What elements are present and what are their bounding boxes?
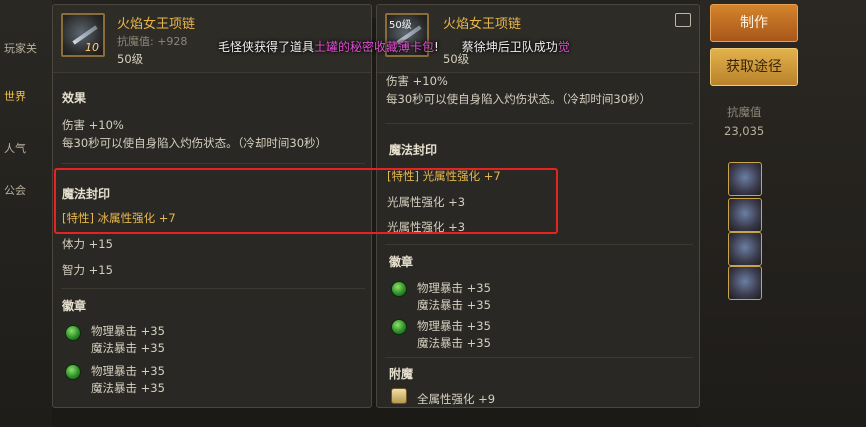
effect-line-burn: 每30秒可以使自身陷入灼伤状态。（冷却时间30秒） [386, 92, 652, 106]
emblem-green-icon [65, 325, 81, 341]
equipment-slot-3[interactable] [728, 232, 762, 266]
background-tab-guild[interactable]: 公会 [0, 182, 46, 198]
background-stat-value: 23,035 [724, 124, 765, 138]
emblem-green-icon [65, 364, 81, 380]
notice-suffix: 蔡徐坤后卫队成功 [461, 40, 558, 54]
equipment-slot-1[interactable] [728, 162, 762, 196]
acquire-route-button[interactable]: 获取途径 [710, 48, 798, 86]
emblem-1-line-1: 物理暴击 +35 [91, 324, 165, 338]
emblem-title: 徽章 [62, 299, 87, 313]
emblem-1-line-1: 物理暴击 +35 [417, 281, 491, 295]
emblem-2-line-1: 物理暴击 +35 [417, 319, 491, 333]
effect-line-burn: 每30秒可以使自身陷入灼伤状态。（冷却时间30秒） [62, 136, 328, 150]
enchant-line: 全属性强化 +9 [417, 392, 496, 406]
effect-line-damage: 伤害 +10% [386, 74, 448, 88]
divider [61, 163, 365, 164]
emblem-2-line-2: 魔法暴击 +35 [91, 381, 165, 395]
notice-item: 土罐的秘密收藏薄卡包 [314, 40, 435, 54]
emblem-green-icon [391, 319, 407, 335]
share-icon[interactable] [675, 13, 691, 27]
necklace-icon: 10 [61, 13, 105, 57]
emblem-2-line-1: 物理暴击 +35 [91, 364, 165, 378]
item-name: 火焰女王项链 [117, 17, 196, 32]
notice-prefix: 毛怪侠获得了道具 [218, 40, 315, 54]
enchant-card-icon [391, 388, 407, 404]
system-broadcast: 毛怪侠获得了道具土罐的秘密收藏薄卡包! 蔡徐坤后卫队成功觉 [218, 38, 570, 55]
divider [385, 357, 693, 358]
item-icon-level: 50级 [389, 20, 412, 31]
anti-magic-value: 抗魔值: +928 [117, 35, 188, 48]
background-tab-popularity[interactable]: 人气 [0, 140, 46, 156]
item-level: 50级 [117, 52, 144, 66]
equipment-slot-2[interactable] [728, 198, 762, 232]
annotation-highlight-box [54, 168, 558, 234]
effect-line-damage: 伤害 +10% [62, 118, 124, 132]
stat-line-intelligence: 智力 +15 [62, 263, 113, 277]
notice-middle: ! [434, 40, 439, 54]
magic-seal-title: 魔法封印 [389, 143, 438, 157]
notice-end: 觉 [557, 40, 570, 54]
divider [61, 288, 365, 289]
equipment-slot-4[interactable] [728, 266, 762, 300]
emblem-green-icon [391, 281, 407, 297]
background-tab-players[interactable]: 玩家关 [0, 40, 46, 56]
enchant-title: 附魔 [389, 367, 414, 381]
item-name: 火焰女王项链 [443, 17, 522, 32]
emblem-2-line-2: 魔法暴击 +35 [417, 336, 491, 350]
stat-line-stamina: 体力 +15 [62, 237, 113, 251]
effect-title: 效果 [62, 91, 87, 105]
background-stat-label: 抗魔值 [727, 105, 762, 119]
divider [385, 244, 693, 245]
emblem-title: 徽章 [389, 255, 414, 269]
emblem-1-line-2: 魔法暴击 +35 [91, 341, 165, 355]
emblem-1-line-2: 魔法暴击 +35 [417, 298, 491, 312]
background-tab-world[interactable]: 世界 [0, 88, 46, 104]
item-grade-badge: 10 [85, 41, 99, 54]
craft-button[interactable]: 制作 [710, 4, 798, 42]
background-sidebar: 玩家关 世界 人气 公会 [0, 0, 52, 427]
divider [385, 123, 693, 124]
